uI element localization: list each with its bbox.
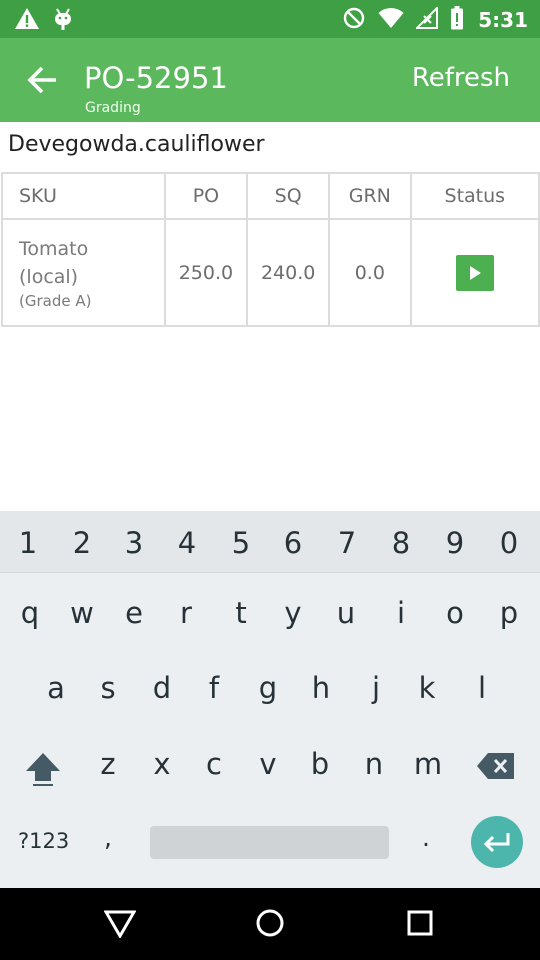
recents-nav-button[interactable]: [406, 908, 434, 942]
battery-icon: [450, 6, 464, 34]
key-e[interactable]: e: [114, 596, 154, 630]
key-a[interactable]: a: [36, 671, 76, 705]
key-3[interactable]: 3: [114, 526, 154, 560]
key-c[interactable]: c: [194, 747, 234, 781]
table-row[interactable]: Tomato (local) (Grade A) 250.0 240.0 0.0: [1, 218, 540, 327]
page-subtitle: Grading: [85, 100, 141, 116]
page-title: PO-52951: [84, 61, 228, 95]
back-button[interactable]: [22, 60, 62, 100]
key-8[interactable]: 8: [381, 526, 421, 560]
sq-quantity: 240.0: [246, 218, 331, 327]
backspace-key[interactable]: [476, 751, 516, 785]
key-w[interactable]: w: [62, 596, 102, 630]
home-nav-button[interactable]: [255, 908, 285, 942]
period-key[interactable]: .: [422, 823, 430, 852]
key-6[interactable]: 6: [273, 526, 313, 560]
wifi-icon: [378, 7, 404, 33]
key-g[interactable]: g: [248, 671, 288, 705]
column-header-grn: GRN: [328, 172, 412, 220]
shift-key[interactable]: [24, 751, 62, 793]
number-row: 1 2 3 4 5 6 7 8 9 0: [0, 511, 540, 573]
key-v[interactable]: v: [248, 747, 288, 781]
key-l[interactable]: l: [462, 671, 502, 705]
column-header-status: Status: [409, 172, 540, 220]
key-2[interactable]: 2: [62, 526, 102, 560]
key-9[interactable]: 9: [435, 526, 475, 560]
key-r[interactable]: r: [166, 596, 206, 630]
key-b[interactable]: b: [300, 747, 340, 781]
triangle-back-icon: [103, 910, 137, 939]
sku-cell: Tomato (local) (Grade A): [1, 218, 166, 327]
po-quantity: 250.0: [163, 218, 249, 327]
key-5[interactable]: 5: [221, 526, 261, 560]
key-s[interactable]: s: [88, 671, 128, 705]
app-bar: PO-52951 Grading Refresh: [0, 38, 540, 122]
shift-icon: [26, 753, 60, 786]
key-m[interactable]: m: [408, 747, 448, 781]
key-n[interactable]: n: [354, 747, 394, 781]
warning-icon: [14, 7, 40, 35]
space-key[interactable]: [150, 826, 389, 859]
symbols-key[interactable]: ?123: [18, 829, 69, 853]
key-1[interactable]: 1: [8, 526, 48, 560]
square-recents-icon: [407, 910, 433, 936]
enter-key[interactable]: [471, 816, 523, 868]
key-p[interactable]: p: [489, 596, 529, 630]
enter-icon: [483, 833, 510, 853]
start-grading-button[interactable]: [455, 254, 494, 291]
column-header-po: PO: [163, 172, 249, 220]
key-h[interactable]: h: [301, 671, 341, 705]
grading-table: SKU PO SQ GRN Status Tomato (local) (Gra…: [1, 172, 540, 327]
key-j[interactable]: j: [356, 671, 396, 705]
key-o[interactable]: o: [435, 596, 475, 630]
key-7[interactable]: 7: [327, 526, 367, 560]
clock: 5:31: [478, 8, 528, 32]
key-x[interactable]: x: [142, 747, 182, 781]
column-header-sq: SQ: [246, 172, 331, 220]
key-f[interactable]: f: [194, 671, 234, 705]
key-z[interactable]: z: [88, 747, 128, 781]
android-debug-icon: [52, 7, 74, 35]
key-u[interactable]: u: [326, 596, 366, 630]
backspace-icon: [477, 753, 514, 779]
key-0[interactable]: 0: [489, 526, 529, 560]
arrow-left-icon: [27, 66, 56, 94]
sku-name: Tomato (local): [19, 237, 89, 288]
table-header-row: SKU PO SQ GRN Status: [1, 172, 540, 220]
soft-keyboard: 1 2 3 4 5 6 7 8 9 0 q w e r t y u i o p …: [0, 511, 540, 888]
status-bar: 5:31: [0, 0, 540, 38]
home-circle-icon: [256, 909, 284, 937]
key-i[interactable]: i: [381, 596, 421, 630]
key-t[interactable]: t: [221, 596, 261, 630]
do-not-disturb-icon: [342, 6, 366, 34]
column-header-sku: SKU: [1, 172, 166, 220]
status-cell: [409, 218, 540, 327]
key-4[interactable]: 4: [167, 526, 207, 560]
key-y[interactable]: y: [273, 596, 313, 630]
key-d[interactable]: d: [142, 671, 182, 705]
refresh-button[interactable]: Refresh: [412, 63, 510, 93]
play-icon: [469, 265, 481, 280]
no-signal-icon: [414, 5, 439, 33]
farmer-name: Devegowda.cauliflower: [8, 132, 265, 157]
grn-quantity: 0.0: [328, 218, 412, 327]
comma-key[interactable]: ,: [104, 823, 112, 852]
navigation-bar: [0, 888, 540, 960]
back-nav-button[interactable]: [103, 908, 137, 942]
sku-grade: (Grade A): [19, 291, 92, 310]
key-k[interactable]: k: [407, 671, 447, 705]
key-q[interactable]: q: [10, 596, 50, 630]
